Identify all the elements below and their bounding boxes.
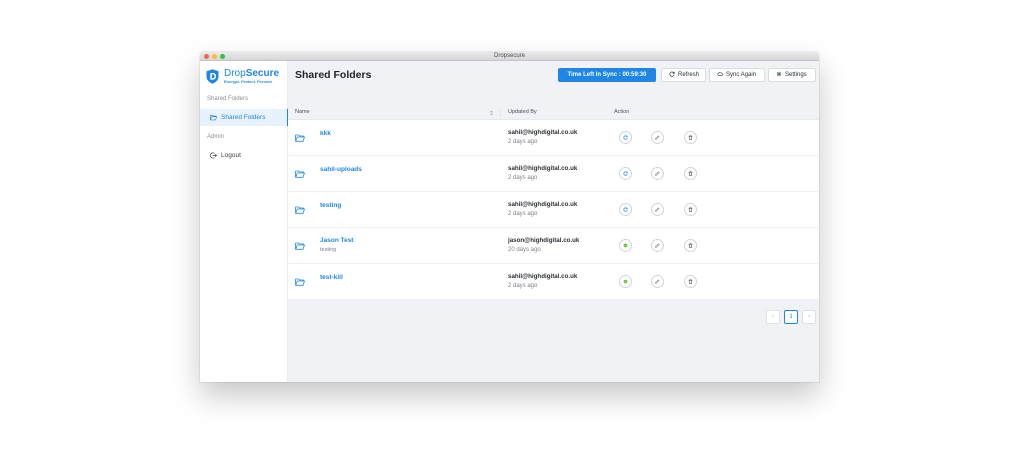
- brand-name-bold: Secure: [245, 68, 280, 79]
- sync-status-button[interactable]: [619, 275, 632, 288]
- app-window: Dropsecure DropSecure Encrypt. Protect. …: [200, 52, 819, 382]
- sync-complete-icon: [623, 279, 628, 284]
- updated-by-email: sahil@highdigital.co.uk: [508, 201, 578, 208]
- table-row[interactable]: sahil-uploads sahil@highdigital.co.uk 2 da…: [288, 156, 819, 192]
- delete-button[interactable]: [684, 239, 697, 252]
- page-number-button[interactable]: 1: [784, 310, 798, 324]
- updated-time: 2 days ago: [508, 211, 538, 217]
- sync-status-button[interactable]: [619, 167, 632, 180]
- updated-by-email: jason@highdigital.co.uk: [508, 237, 580, 244]
- trash-icon: [688, 243, 693, 248]
- sync-status-button[interactable]: [619, 203, 632, 216]
- next-page-button[interactable]: ›: [802, 310, 816, 324]
- pencil-icon: [655, 279, 660, 284]
- sidebar-item-label: Shared Folders: [221, 114, 266, 121]
- updated-by-email: sahil@highdigital.co.uk: [508, 273, 578, 280]
- updated-time: 2 days ago: [508, 283, 538, 289]
- delete-button[interactable]: [684, 131, 697, 144]
- refresh-button[interactable]: Refresh: [661, 68, 706, 82]
- shield-logo-icon: [206, 69, 219, 84]
- edit-button[interactable]: [651, 275, 664, 288]
- folder-open-icon: [295, 242, 305, 250]
- sync-again-label: Sync Again: [726, 72, 757, 78]
- table-header: Name Updated By Action: [288, 105, 819, 120]
- table-row[interactable]: Jason Test testing jason@highdigital.co.uk…: [288, 228, 819, 264]
- edit-button[interactable]: [651, 131, 664, 144]
- table-row[interactable]: test-kill sahil@highdigital.co.uk 2 days a…: [288, 264, 819, 300]
- updated-time: 2 days ago: [508, 139, 538, 145]
- delete-button[interactable]: [684, 167, 697, 180]
- timer-value: 00:59:30: [622, 72, 647, 78]
- table-body: kkk sahil@highdigital.co.uk 2 days ago sahi…: [288, 120, 819, 300]
- sidebar-item-label: Logout: [221, 152, 241, 159]
- syncing-icon: [623, 207, 628, 212]
- folder-name-link[interactable]: kkk: [320, 130, 331, 137]
- folder-name-link[interactable]: testing: [320, 202, 341, 209]
- shared-folders-table: Name Updated By Action kkk sahil@highdigi…: [288, 105, 819, 300]
- refresh-label: Refresh: [678, 72, 700, 78]
- folder-open-icon: [295, 170, 305, 178]
- settings-button[interactable]: Settings: [768, 68, 816, 82]
- sync-again-button[interactable]: Sync Again: [709, 68, 765, 82]
- syncing-icon: [623, 171, 628, 176]
- sidebar-section-shared-folders: Shared Folders: [207, 96, 249, 102]
- refresh-icon: [669, 71, 675, 77]
- sort-icon[interactable]: [489, 110, 494, 116]
- pencil-icon: [655, 243, 660, 248]
- pencil-icon: [655, 135, 660, 140]
- folder-open-icon: [295, 278, 305, 286]
- folder-name-link[interactable]: sahil-uploads: [320, 166, 362, 173]
- cloud-sync-icon: [717, 72, 723, 76]
- brand-logo: DropSecure Encrypt. Protect. Prevent: [206, 68, 286, 86]
- sync-status-button[interactable]: [619, 239, 632, 252]
- trash-icon: [688, 207, 693, 212]
- delete-button[interactable]: [684, 203, 697, 216]
- page-title: Shared Folders: [295, 69, 372, 81]
- column-header-name[interactable]: Name: [295, 105, 310, 120]
- brand-name: DropSecure: [224, 68, 279, 79]
- main-content: Shared Folders Time Left In Sync : 00:59…: [288, 61, 819, 382]
- pencil-icon: [655, 207, 660, 212]
- updated-time: 20 days ago: [508, 247, 541, 253]
- pencil-icon: [655, 171, 660, 176]
- sidebar-item-shared-folders[interactable]: Shared Folders: [200, 109, 289, 126]
- previous-page-button[interactable]: ‹: [766, 310, 780, 324]
- edit-button[interactable]: [651, 239, 664, 252]
- folder-name-link[interactable]: Jason Test: [320, 237, 353, 244]
- folder-open-icon: [210, 115, 217, 121]
- table-row[interactable]: kkk sahil@highdigital.co.uk 2 days ago: [288, 120, 819, 156]
- sync-complete-icon: [623, 243, 628, 248]
- trash-icon: [688, 135, 693, 140]
- table-row[interactable]: testing sahil@highdigital.co.uk 2 days ago: [288, 192, 819, 228]
- trash-icon: [688, 171, 693, 176]
- sidebar-item-logout[interactable]: Logout: [200, 147, 288, 164]
- syncing-icon: [623, 135, 628, 140]
- column-header-action: Action: [614, 109, 630, 115]
- window-title: Dropsecure: [493, 53, 525, 59]
- edit-button[interactable]: [651, 167, 664, 180]
- sidebar-section-admin: Admin: [207, 134, 225, 140]
- folder-subtitle: testing: [320, 247, 337, 253]
- folder-open-icon: [295, 206, 305, 214]
- delete-button[interactable]: [684, 275, 697, 288]
- sidebar: DropSecure Encrypt. Protect. Prevent Sha…: [200, 61, 289, 382]
- updated-time: 2 days ago: [508, 175, 538, 181]
- timer-label: Time Left In Sync :: [567, 72, 621, 78]
- trash-icon: [688, 279, 693, 284]
- column-header-updated-by: Updated By: [508, 109, 537, 115]
- gear-icon: [776, 71, 782, 77]
- column-divider: [500, 109, 501, 116]
- updated-by-email: sahil@highdigital.co.uk: [508, 129, 578, 136]
- sync-timer-badge: Time Left In Sync : 00:59:30: [558, 68, 656, 82]
- folder-open-icon: [295, 134, 305, 142]
- sync-status-button[interactable]: [619, 131, 632, 144]
- settings-label: Settings: [785, 72, 807, 78]
- brand-tagline: Encrypt. Protect. Prevent: [224, 79, 272, 84]
- logout-icon: [210, 152, 217, 159]
- edit-button[interactable]: [651, 203, 664, 216]
- folder-name-link[interactable]: test-kill: [320, 274, 343, 281]
- title-bar: Dropsecure: [200, 52, 819, 61]
- updated-by-email: sahil@highdigital.co.uk: [508, 165, 578, 172]
- brand-name-light: Drop: [224, 68, 246, 79]
